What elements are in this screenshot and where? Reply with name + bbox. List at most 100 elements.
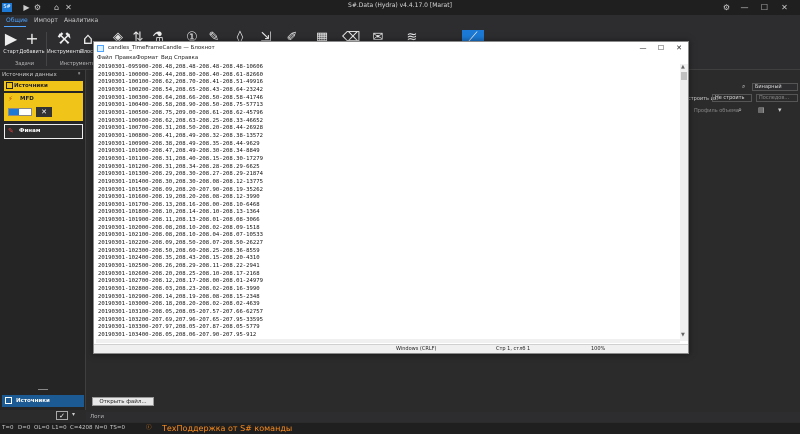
notepad-vertical-scrollbar[interactable]: ▲ ▼ <box>680 64 688 341</box>
text-line: 20190301-102100-208.08,208.10-208.04-208… <box>98 232 264 239</box>
scroll-down-icon[interactable]: ▼ <box>681 332 685 338</box>
ribbon-tabs <box>0 15 800 28</box>
plus-icon: + <box>25 29 39 48</box>
menu-format[interactable]: Формат <box>136 54 158 63</box>
status-encoding: Windows (CRLF) <box>396 346 437 352</box>
text-line: 20190301-102200-208.09,208.50-208.07-208… <box>98 240 264 247</box>
group-instruments-label: Инструменты <box>60 61 96 67</box>
checkbox-toggle[interactable]: ✓ <box>56 411 68 420</box>
start-label: Старт <box>3 49 19 55</box>
text-line: 20190301-100700-208.31,208.50-208.20-208… <box>98 125 264 132</box>
text-line: 20190301-103100-208.05,208.05-207.57-207… <box>98 309 264 315</box>
tab-underline <box>4 26 26 27</box>
sources-icon <box>6 82 13 89</box>
status-d: D=0 <box>18 425 31 431</box>
finam-source-card[interactable]: Финам <box>4 124 83 139</box>
text-line: 20190301-102500-208.26,208.29-208.11-208… <box>98 263 260 270</box>
build-dropdown[interactable]: Не строить <box>712 94 752 102</box>
left-panel <box>0 70 86 410</box>
mfd-label: MFD <box>20 96 34 102</box>
minimize-icon[interactable]: — <box>740 3 749 12</box>
text-line: 20190301-101500-208.09,208.20-207.90-208… <box>98 186 264 193</box>
text-line: 20190301-100000-208.44,208.80-208.40-208… <box>98 71 264 78</box>
sources-header-active[interactable]: Источники <box>4 81 83 91</box>
notepad-icon <box>97 45 104 52</box>
text-line: 20190301-102600-208.20,208.25-208.10-208… <box>98 270 260 277</box>
text-line: 20190301-101100-208.31,208.40-208.15-208… <box>98 155 264 162</box>
tab-import[interactable]: Импорт <box>34 17 58 24</box>
text-line: 20190301-101600-208.19,208.20-208.08-208… <box>98 194 260 201</box>
right-chart-icon[interactable]: ▤ <box>758 106 765 114</box>
finam-icon: ✎ <box>8 127 14 135</box>
add-button[interactable]: + Добавить <box>19 29 45 56</box>
instruments-button[interactable]: ⚒ Инструменты <box>47 29 83 56</box>
close-icon[interactable]: ✕ <box>780 3 789 12</box>
text-line: 20190301-100100-208.62,208.70-208.41-208… <box>98 79 264 86</box>
bottom-dropdown-icon[interactable]: ▾ <box>72 411 75 418</box>
scroll-thumb[interactable] <box>681 72 687 80</box>
gear-icon[interactable]: ⚙ <box>722 3 731 12</box>
tab-analytics[interactable]: Аналитика <box>64 17 98 24</box>
sequence-value: Последов... <box>759 95 790 101</box>
text-line: 20190301-100400-208.58,208.90-208.50-208… <box>98 102 264 109</box>
sequence-dropdown[interactable]: Последов... <box>756 94 798 102</box>
status-ts: TS=0 <box>110 425 125 431</box>
panel-splitter[interactable] <box>38 389 48 390</box>
notepad-horizontal-scrollbar[interactable] <box>96 339 680 343</box>
maximize-icon[interactable]: ☐ <box>760 3 769 12</box>
text-line: 20190301-100200-208.54,208.65-208.43-208… <box>98 86 264 93</box>
format-value: Бинарный <box>755 84 782 90</box>
ribbon-separator <box>46 32 47 66</box>
text-line: 20190301-102000-208.08,208.10-208.02-208… <box>98 224 260 231</box>
notepad-menu: Файл Правка Формат Вид Справка <box>94 54 688 63</box>
menu-edit[interactable]: Правка <box>115 54 136 63</box>
notepad-minimize-button[interactable]: — <box>634 42 652 54</box>
status-n: N=0 <box>95 425 108 431</box>
text-line: 20190301-095900-208.48,208.48-208.48-208… <box>98 64 264 70</box>
search-icon[interactable]: ⌕ <box>742 83 745 91</box>
text-line: 20190301-103200-207.69,207.96-207.65-207… <box>98 316 264 323</box>
right-settings-icon[interactable]: ▾ <box>778 106 782 114</box>
tab-general[interactable]: Общие <box>6 17 28 24</box>
status-zoom: 100% <box>591 346 606 352</box>
open-file-button[interactable]: Открыть файл... <box>92 397 154 406</box>
right-search-icon[interactable]: ⌕ <box>738 106 742 115</box>
text-line: 20190301-102400-208.35,208.43-208.15-208… <box>98 255 260 262</box>
mfd-icon: ⚡ <box>8 95 13 103</box>
notepad-close-button[interactable]: ✕ <box>670 42 688 54</box>
status-c: C=4208 <box>70 425 93 431</box>
support-icon[interactable]: ⓘ <box>146 423 152 434</box>
text-line: 20190301-102800-208.03,208.23-208.02-208… <box>98 286 260 293</box>
support-link[interactable]: ТехПоддержка от S# команды <box>162 423 292 434</box>
start-button[interactable]: ▶ Старт <box>3 30 19 56</box>
scroll-up-icon[interactable]: ▲ <box>681 64 685 70</box>
notepad-window[interactable]: candles_TimeFrameCandle — Блокнот — ☐ ✕ … <box>93 41 689 354</box>
pin-icon[interactable]: ᵍ <box>78 71 80 78</box>
mfd-remove-icon[interactable]: ✕ <box>36 107 52 117</box>
notepad-text-area[interactable]: 20190301-095900-208.48,208.48-208.48-208… <box>96 64 678 341</box>
status-position: Стр 1, стлб 1 <box>496 346 531 352</box>
status-bar: T=0 D=0 OL=0 L1=0 C=4208 N=0 TS=0 ⓘ ТехП… <box>0 423 800 434</box>
text-line: 20190301-100800-208.41,208.49-208.32-208… <box>98 132 264 139</box>
data-sources-header: Источники данных <box>2 72 57 78</box>
text-line: 20190301-101300-208.29,208.30-208.27-208… <box>98 171 264 178</box>
instruments-label: Инструменты <box>47 49 83 55</box>
tools-icon: ⚒ <box>56 29 72 48</box>
text-line: 20190301-101900-208.11,208.13-208.01-208… <box>98 217 260 224</box>
menu-help[interactable]: Справка <box>174 54 198 63</box>
text-line: 20190301-101200-208.31,208.34-208.28-208… <box>98 163 260 170</box>
format-dropdown[interactable]: Бинарный <box>752 83 798 91</box>
notepad-maximize-button[interactable]: ☐ <box>652 42 670 54</box>
menu-file[interactable]: Файл <box>97 54 112 63</box>
group-tasks-label: Задачи <box>15 61 34 67</box>
notepad-title: candles_TimeFrameCandle — Блокнот <box>94 42 688 54</box>
sources-tab-bottom[interactable]: Источники <box>2 395 84 407</box>
mfd-toggle-thumb <box>9 109 19 115</box>
text-line: 20190301-100900-208.38,208.49-208.35-208… <box>98 140 260 147</box>
text-line: 20190301-100600-208.62,208.63-208.25-208… <box>98 117 264 124</box>
status-t: T=0 <box>2 425 14 431</box>
text-line: 20190301-101400-208.30,208.30-208.08-208… <box>98 178 264 185</box>
add-label: Добавить <box>19 49 45 55</box>
text-line: 20190301-102300-208.50,208.60-208.25-208… <box>98 247 260 254</box>
menu-view[interactable]: Вид <box>161 54 172 63</box>
